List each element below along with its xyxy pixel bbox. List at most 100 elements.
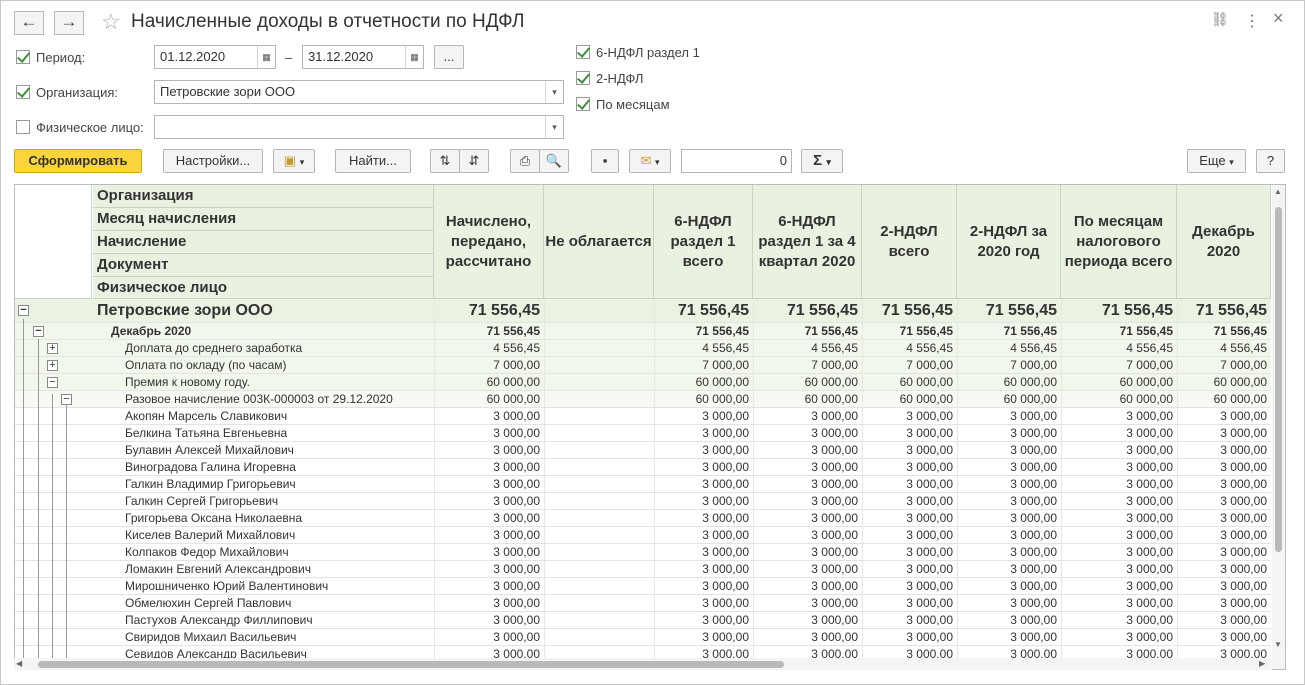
value-cell: 3 000,00 xyxy=(957,544,1061,560)
more-menu-icon[interactable]: ⋮ xyxy=(1244,11,1260,31)
value-cell: 3 000,00 xyxy=(654,544,753,560)
value-cell xyxy=(544,510,654,526)
chevron-down-icon[interactable]: ▾ xyxy=(545,81,563,103)
value-cell: 3 000,00 xyxy=(862,595,957,611)
ndfl2-checkbox[interactable] xyxy=(576,71,590,85)
person-row[interactable]: Мирошниченко Юрий Валентинович 3 000,00 3 … xyxy=(15,578,1271,595)
period-to-field[interactable]: 31.12.2020 ▦ xyxy=(302,45,424,69)
chevron-down-icon[interactable]: ▾ xyxy=(545,116,563,138)
value-cell: 3 000,00 xyxy=(1061,510,1177,526)
scroll-down-icon[interactable]: ▼ xyxy=(1274,640,1282,649)
favorite-star-icon[interactable]: ☆ xyxy=(101,9,121,35)
column-header-not-taxed[interactable]: Не облагается xyxy=(544,185,654,299)
period-from-field[interactable]: 01.12.2020 ▦ xyxy=(154,45,276,69)
value-cell: 3 000,00 xyxy=(753,544,862,560)
column-header-ndfl2-year[interactable]: 2-НДФЛ за 2020 год xyxy=(957,185,1061,299)
ndfl6-checkbox[interactable] xyxy=(576,45,590,59)
back-button[interactable]: ← xyxy=(14,11,44,35)
report-table[interactable]: Организация Месяц начисления Начисление … xyxy=(14,184,1285,670)
value-cell: 3 000,00 xyxy=(862,612,957,628)
value-cell: 60 000,00 xyxy=(654,391,753,407)
value-cell: 3 000,00 xyxy=(654,425,753,441)
person-row[interactable]: Свиридов Михаил Васильевич 3 000,00 3 000,… xyxy=(15,629,1271,646)
vertical-scroll-thumb[interactable] xyxy=(1275,207,1282,552)
more-button[interactable]: Еще ▾ xyxy=(1187,149,1246,173)
person-checkbox[interactable] xyxy=(16,120,30,134)
forward-button[interactable]: → xyxy=(54,11,84,35)
value-cell: 3 000,00 xyxy=(957,408,1061,424)
calendar-icon[interactable]: ▦ xyxy=(405,46,423,68)
value-cell xyxy=(544,595,654,611)
column-header-ndfl6-total[interactable]: 6-НДФЛ раздел 1 всего xyxy=(654,185,753,299)
expand-icon[interactable]: + xyxy=(47,343,58,354)
column-header-ndfl6-q4[interactable]: 6-НДФЛ раздел 1 за 4 квартал 2020 xyxy=(753,185,862,299)
calendar-icon[interactable]: ▦ xyxy=(257,46,275,68)
organization-label: Организация: xyxy=(36,85,119,100)
value-cell: 3 000,00 xyxy=(957,425,1061,441)
column-header-december[interactable]: Декабрь 2020 xyxy=(1177,185,1271,299)
person-row[interactable]: Булавин Алексей Михайлович 3 000,00 3 000,… xyxy=(15,442,1271,459)
person-row[interactable]: Григорьева Оксана Николаевна 3 000,00 3 00… xyxy=(15,510,1271,527)
scroll-up-icon[interactable]: ▲ xyxy=(1274,187,1282,196)
accrual-row[interactable]: Оплата по окладу (по часам) 7 000,00 7 000… xyxy=(15,357,1271,374)
value-cell: 3 000,00 xyxy=(753,459,862,475)
accrual-row[interactable]: Премия к новому году. 60 000,00 60 000,00 6… xyxy=(15,374,1271,391)
link-icon[interactable]: ⛓ xyxy=(1211,11,1229,28)
help-button[interactable]: ? xyxy=(1256,149,1285,173)
expand-icon[interactable]: + xyxy=(47,360,58,371)
value-cell: 3 000,00 xyxy=(753,561,862,577)
horizontal-scroll-thumb[interactable] xyxy=(38,661,784,668)
accrual-row[interactable]: Доплата до среднего заработка 4 556,45 4 5… xyxy=(15,340,1271,357)
person-row[interactable]: Колпаков Федор Михайлович 3 000,00 3 000,0… xyxy=(15,544,1271,561)
value-cell: 3 000,00 xyxy=(1061,612,1177,628)
sum-button[interactable]: Σ ▾ xyxy=(801,149,843,173)
horizontal-scrollbar[interactable]: ◀ ▶ xyxy=(14,658,1272,670)
person-row[interactable]: Акопян Марсель Славикович 3 000,00 3 000,0… xyxy=(15,408,1271,425)
person-field[interactable]: ▾ xyxy=(154,115,564,139)
person-row[interactable]: Обмелюхин Сергей Павлович 3 000,00 3 000,0… xyxy=(15,595,1271,612)
sum-value-field[interactable]: 0 xyxy=(681,149,792,173)
collapse-icon[interactable]: − xyxy=(47,377,58,388)
person-row[interactable]: Галкин Владимир Григорьевич 3 000,00 3 000… xyxy=(15,476,1271,493)
person-row[interactable]: Белкина Татьяна Евгеньевна 3 000,00 3 000,… xyxy=(15,425,1271,442)
value-cell: 3 000,00 xyxy=(753,408,862,424)
row-name: Булавин Алексей Михайлович xyxy=(125,443,294,457)
period-checkbox[interactable] xyxy=(16,50,30,64)
by-months-checkbox[interactable] xyxy=(576,97,590,111)
email-button[interactable]: ✉ ▾ xyxy=(629,149,671,173)
value-cell: 3 000,00 xyxy=(753,425,862,441)
organization-row[interactable]: Петровские зори ООО 71 556,45 71 556,45 71 … xyxy=(15,299,1271,323)
find-button[interactable]: Найти... xyxy=(335,149,411,173)
generate-button[interactable]: Сформировать xyxy=(14,149,142,173)
row-name: Колпаков Федор Михайлович xyxy=(125,545,289,559)
person-row[interactable]: Виноградова Галина Игоревна 3 000,00 3 000… xyxy=(15,459,1271,476)
column-header-ndfl2-total[interactable]: 2-НДФЛ всего xyxy=(862,185,957,299)
organization-checkbox[interactable] xyxy=(16,85,30,99)
print-preview-icon[interactable]: 🔍 xyxy=(539,149,569,173)
save-icon[interactable]: ▪ xyxy=(591,149,619,173)
period-select-button[interactable]: ... xyxy=(434,45,464,69)
person-row[interactable]: Ломакин Евгений Александрович 3 000,00 3 0… xyxy=(15,561,1271,578)
organization-field[interactable]: Петровские зори ООО ▾ xyxy=(154,80,564,104)
variants-button[interactable]: ▣ ▾ xyxy=(273,149,315,173)
column-header-accrued[interactable]: Начислено, передано, рассчитано xyxy=(434,185,544,299)
sort-descending-icon[interactable]: ⇵ xyxy=(459,149,489,173)
sort-ascending-icon[interactable]: ⇅ xyxy=(430,149,460,173)
close-icon[interactable]: × xyxy=(1273,8,1284,29)
settings-button[interactable]: Настройки... xyxy=(163,149,263,173)
document-row[interactable]: Разовое начисление 003К-000003 от 29.12.… xyxy=(15,391,1271,408)
person-row[interactable]: Киселев Валерий Михайлович 3 000,00 3 000,… xyxy=(15,527,1271,544)
person-row[interactable]: Пастухов Александр Филлипович 3 000,00 3 0… xyxy=(15,612,1271,629)
column-header-by-months[interactable]: По месяцам налогового периода всего xyxy=(1061,185,1177,299)
value-cell: 60 000,00 xyxy=(1177,391,1271,407)
collapse-icon[interactable]: − xyxy=(18,305,29,316)
person-row[interactable]: Галкин Сергей Григорьевич 3 000,00 3 000,0… xyxy=(15,493,1271,510)
value-cell: 3 000,00 xyxy=(1061,493,1177,509)
print-icon[interactable]: ⎙ xyxy=(510,149,540,173)
collapse-icon[interactable]: − xyxy=(33,326,44,337)
vertical-scrollbar[interactable]: ▲ ▼ xyxy=(1272,184,1286,670)
month-row[interactable]: Декабрь 2020 71 556,45 71 556,45 71 556,45 7… xyxy=(15,323,1271,340)
scroll-left-icon[interactable]: ◀ xyxy=(16,659,22,668)
scroll-right-icon[interactable]: ▶ xyxy=(1259,659,1265,668)
value-cell: 3 000,00 xyxy=(957,527,1061,543)
